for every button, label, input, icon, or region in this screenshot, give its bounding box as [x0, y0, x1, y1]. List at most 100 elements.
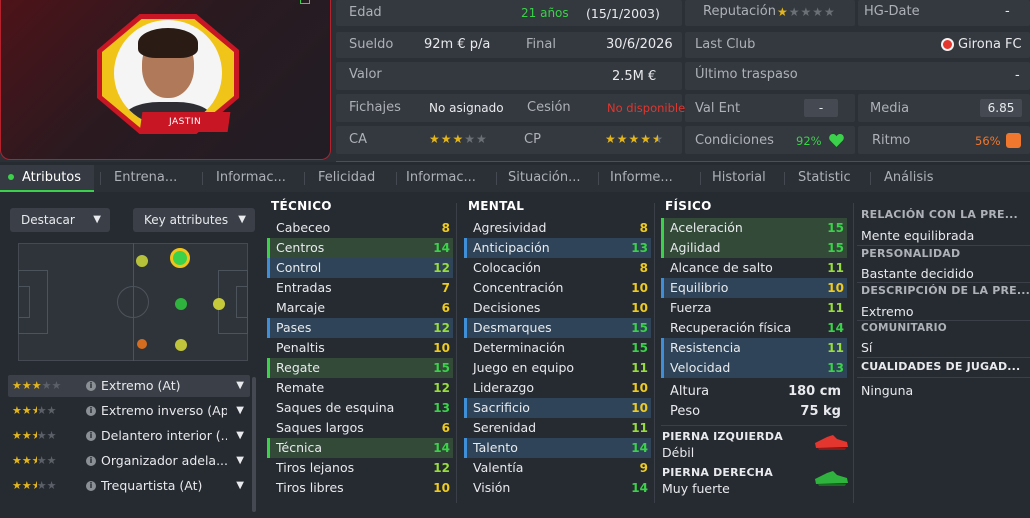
attribute-value: 13	[827, 361, 844, 375]
last-club-box[interactable]: Last Club Girona FC	[685, 32, 1030, 58]
attribute-row[interactable]: Valentía 9	[464, 458, 651, 478]
tab-statistic[interactable]: Statistic	[790, 165, 870, 192]
attribute-row[interactable]: Liderazgo 10	[464, 378, 651, 398]
chevron-down-icon[interactable]: ▼	[236, 400, 244, 422]
role-name: Organizador adela...	[101, 453, 227, 468]
attribute-row[interactable]: Recuperación física 14	[661, 318, 847, 338]
attribute-value: 10	[631, 301, 648, 315]
attribute-row[interactable]: Agresividad 8	[464, 218, 651, 238]
info-icon[interactable]: i	[86, 481, 96, 491]
transfers-label: Fichajes	[349, 100, 401, 115]
attribute-row[interactable]: Velocidad 13	[661, 358, 847, 378]
info-icon[interactable]: i	[86, 456, 96, 466]
role-item[interactable]: ★★★★★ i Extremo inverso (Ap) ▼	[8, 400, 250, 422]
key-attributes-label: Key attributes	[144, 213, 229, 227]
attribute-value: 10	[433, 481, 450, 495]
role-item[interactable]: ★★★★★ i Trequartista (At) ▼	[8, 475, 250, 497]
position-st-marker[interactable]	[175, 298, 187, 310]
attribute-row[interactable]: Penaltis 10	[267, 338, 453, 358]
tab-situacion[interactable]: Situación...	[500, 165, 596, 192]
position-aml-marker[interactable]	[136, 255, 148, 267]
attribute-row[interactable]: Regate 15	[267, 358, 453, 378]
highlight-bar	[661, 338, 664, 358]
attribute-row[interactable]: Alcance de salto 11	[661, 258, 847, 278]
attribute-row[interactable]: Centros 14	[267, 238, 453, 258]
position-stc-marker[interactable]	[213, 298, 225, 310]
attribute-row[interactable]: Decisiones 10	[464, 298, 651, 318]
attribute-row[interactable]: Aceleración 15	[661, 218, 847, 238]
last-club-value[interactable]: Girona FC	[958, 37, 1022, 52]
contract-end-value: 30/6/2026	[606, 37, 673, 52]
attribute-name: Velocidad	[670, 360, 731, 375]
attribute-row[interactable]: Control 12	[267, 258, 453, 278]
value-box: Valor 2.5M €	[336, 62, 682, 90]
weight-label: Peso	[670, 404, 701, 419]
attribute-row[interactable]: Pases 12	[267, 318, 453, 338]
chevron-down-icon[interactable]: ▼	[236, 375, 244, 397]
tab-atributos[interactable]: Atributos	[0, 165, 94, 192]
tab-informe[interactable]: Informe...	[602, 165, 698, 192]
height-value: 180 cm	[788, 384, 841, 399]
tab-entrenamiento[interactable]: Entrena...	[106, 165, 202, 192]
attribute-row[interactable]: Anticipación 13	[464, 238, 651, 258]
attribute-row[interactable]: Determinación 15	[464, 338, 651, 358]
role-list-scrollbar[interactable]	[252, 377, 256, 512]
mental-attributes: MENTAL Agresividad 8 Anticipación 13 Colocac…	[464, 199, 651, 514]
attribute-row[interactable]: Entradas 7	[267, 278, 453, 298]
chevron-down-icon[interactable]: ▼	[236, 425, 244, 447]
attribute-row[interactable]: Agilidad 15	[661, 238, 847, 258]
attribute-row[interactable]: Cabeceo 8	[267, 218, 453, 238]
highlight-dropdown-label: Destacar	[21, 213, 75, 227]
position-mr-marker[interactable]	[175, 339, 187, 351]
tab-historial[interactable]: Historial	[704, 165, 786, 192]
attribute-row[interactable]: Tiros libres 10	[267, 478, 453, 498]
technical-title: TÉCNICO	[271, 199, 332, 213]
role-item[interactable]: ★★★★★ i Delantero interior (... ▼	[8, 425, 250, 447]
info-icon[interactable]: i	[86, 431, 96, 441]
chevron-down-icon[interactable]: ▼	[236, 450, 244, 472]
mental-title: MENTAL	[468, 199, 525, 213]
attribute-row[interactable]: Remate 12	[267, 378, 453, 398]
attribute-row[interactable]: Técnica 14	[267, 438, 453, 458]
player-photo[interactable]: JASTIN	[97, 14, 239, 134]
tab-informacion-1[interactable]: Informac...	[208, 165, 304, 192]
tab-analisis[interactable]: Análisis	[876, 165, 956, 192]
age-box: Edad 21 años (15/1/2003)	[336, 0, 682, 26]
highlight-dropdown[interactable]: Destacar ▼	[10, 208, 110, 232]
attribute-value: 8	[639, 221, 648, 235]
physical-measures: Altura 180 cm Peso 75 kg	[661, 378, 847, 422]
tab-felicidad[interactable]: Felicidad	[310, 165, 396, 192]
attribute-row[interactable]: Tiros lejanos 12	[267, 458, 453, 478]
val-ent-label: Val Ent	[695, 101, 741, 116]
tab-informacion-2[interactable]: Informac...	[398, 165, 494, 192]
position-ml-marker[interactable]	[137, 339, 147, 349]
role-item[interactable]: ★★★★★ i Extremo (At) ▼	[8, 375, 250, 397]
player-traits-panel: RELACIÓN CON LA PRE... Mente equilibrada…	[857, 203, 1030, 518]
attribute-row[interactable]: Marcaje 6	[267, 298, 453, 318]
info-icon[interactable]: i	[86, 381, 96, 391]
attribute-row[interactable]: Colocación 8	[464, 258, 651, 278]
key-attributes-dropdown[interactable]: Key attributes ▼	[133, 208, 255, 232]
info-icon[interactable]: i	[86, 406, 96, 416]
attribute-value: 11	[631, 421, 648, 435]
attribute-name: Control	[276, 260, 322, 275]
chevron-down-icon[interactable]: ▼	[236, 475, 244, 497]
age-label: Edad	[349, 5, 382, 20]
attribute-row[interactable]: Saques de esquina 13	[267, 398, 453, 418]
attribute-row[interactable]: Saques largos 6	[267, 418, 453, 438]
attribute-row[interactable]: Juego en equipo 11	[464, 358, 651, 378]
attribute-row[interactable]: Visión 14	[464, 478, 651, 498]
position-amr-marker[interactable]	[170, 248, 190, 268]
attribute-row[interactable]: Concentración 10	[464, 278, 651, 298]
attribute-row[interactable]: Fuerza 11	[661, 298, 847, 318]
press-relation-value: Mente equilibrada	[861, 228, 975, 243]
attribute-row[interactable]: Talento 14	[464, 438, 651, 458]
attribute-row[interactable]: Equilibrio 10	[661, 278, 847, 298]
attribute-row[interactable]: Sacrificio 10	[464, 398, 651, 418]
last-club-label: Last Club	[695, 37, 756, 52]
chevron-down-icon: ▼	[93, 214, 101, 225]
attribute-row[interactable]: Desmarques 15	[464, 318, 651, 338]
attribute-row[interactable]: Resistencia 11	[661, 338, 847, 358]
role-item[interactable]: ★★★★★ i Organizador adela... ▼	[8, 450, 250, 472]
attribute-row[interactable]: Serenidad 11	[464, 418, 651, 438]
